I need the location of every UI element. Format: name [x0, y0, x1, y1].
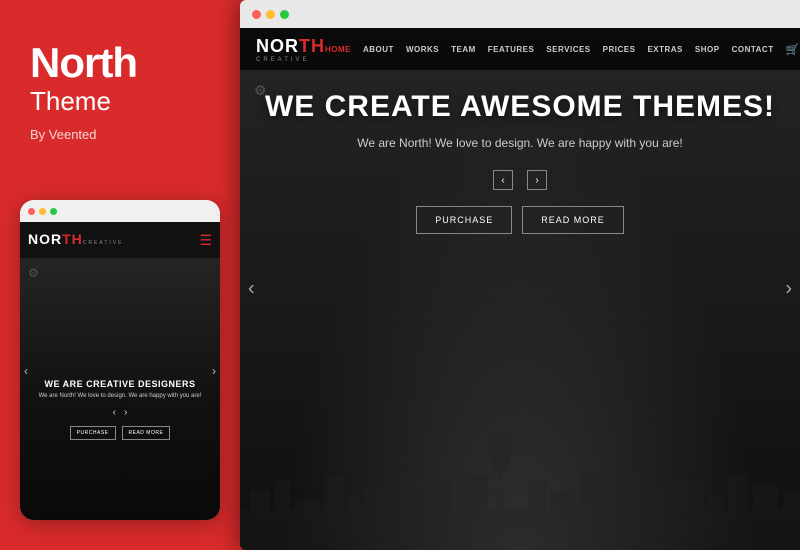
desktop-prev-arrow[interactable]: ‹	[248, 278, 255, 301]
nav-link-contact[interactable]: CONTACT	[732, 45, 774, 54]
mobile-hero-text: WE ARE CREATIVE DESIGNERS We are North! …	[20, 379, 220, 440]
desktop-dot-green	[280, 10, 289, 19]
desktop-slide-next[interactable]: ›	[527, 170, 547, 190]
mobile-dot-red	[28, 208, 35, 215]
desktop-slide-prev[interactable]: ‹	[493, 170, 513, 190]
mobile-dot-green	[50, 208, 57, 215]
mobile-logo-creative: CREATIVE	[83, 240, 124, 246]
desktop-hero-content: WE CREATE AWESOME THEMES! We are North! …	[240, 90, 800, 234]
mobile-next-arrow[interactable]: ›	[212, 364, 216, 378]
theme-by: By Veented	[30, 127, 210, 142]
mobile-logo-th: TH	[62, 231, 83, 247]
nav-link-team[interactable]: TEAM	[451, 45, 476, 54]
mobile-mockup: NORTH CREATIVE ☰ ⚙ ‹ › WE ARE CREATIVE D…	[20, 200, 220, 520]
desktop-content: NORTH CREATIVE HOME ABOUT WORKS TEAM FEA…	[240, 28, 800, 550]
mobile-gear-icon[interactable]: ⚙	[28, 266, 44, 282]
mobile-slide-arrows: ‹ ›	[20, 407, 220, 418]
desktop-purchase-button[interactable]: PURCHASE	[416, 206, 512, 234]
nav-link-about[interactable]: ABOUT	[363, 45, 394, 54]
mobile-dot-yellow	[39, 208, 46, 215]
desktop-nav-links: HOME ABOUT WORKS TEAM FEATURES SERVICES …	[325, 43, 799, 56]
mobile-hero-sub: We are North! We love to design. We are …	[20, 393, 220, 399]
desktop-logo: NORTH CREATIVE	[256, 36, 325, 63]
desktop-next-arrow[interactable]: ›	[785, 278, 792, 301]
nav-link-features[interactable]: FEATURES	[488, 45, 535, 54]
desktop-mockup: NORTH CREATIVE HOME ABOUT WORKS TEAM FEA…	[240, 0, 800, 550]
desktop-browser-bar	[240, 0, 800, 28]
desktop-read-more-button[interactable]: READ MORE	[522, 206, 624, 234]
nav-link-prices[interactable]: PRICES	[603, 45, 636, 54]
hamburger-icon[interactable]: ☰	[199, 232, 212, 249]
cityscape-svg	[240, 430, 800, 550]
mobile-nav: NORTH CREATIVE ☰	[20, 222, 220, 258]
mobile-purchase-button[interactable]: PURCHASE	[70, 426, 116, 440]
nav-link-works[interactable]: WORKS	[406, 45, 439, 54]
mobile-read-more-button[interactable]: READ MORE	[122, 426, 171, 440]
cart-icon[interactable]: 🛒	[786, 43, 800, 56]
theme-title: North	[30, 40, 210, 86]
mobile-prev-arrow[interactable]: ‹	[24, 364, 28, 378]
desktop-logo-creative: CREATIVE	[256, 57, 325, 63]
desktop-hero-sub: We are North! We love to design. We are …	[240, 136, 800, 150]
mobile-logo-nor: NOR	[28, 231, 62, 247]
mobile-buttons: PURCHASE READ MORE	[20, 426, 220, 440]
desktop-logo-th: TH	[299, 36, 325, 57]
nav-link-home[interactable]: HOME	[325, 45, 351, 54]
desktop-hero-heading: WE CREATE AWESOME THEMES!	[240, 90, 800, 124]
mobile-slide-next[interactable]: ›	[124, 407, 127, 418]
desktop-dot-yellow	[266, 10, 275, 19]
nav-link-extras[interactable]: EXTRAS	[647, 45, 682, 54]
mobile-browser-bar	[20, 200, 220, 222]
nav-link-services[interactable]: SERVICES	[546, 45, 590, 54]
mobile-logo: NORTH CREATIVE	[28, 231, 123, 249]
desktop-nav: NORTH CREATIVE HOME ABOUT WORKS TEAM FEA…	[240, 28, 800, 70]
desktop-hero-buttons: PURCHASE READ MORE	[240, 206, 800, 234]
nav-link-shop[interactable]: SHOP	[695, 45, 720, 54]
desktop-slide-arrows: ‹ ›	[240, 170, 800, 190]
desktop-dot-red	[252, 10, 261, 19]
left-panel: North Theme By Veented NORTH CREATIVE ☰ …	[0, 0, 240, 550]
mobile-content: NORTH CREATIVE ☰ ⚙ ‹ › WE ARE CREATIVE D…	[20, 222, 220, 520]
theme-subtitle: Theme	[30, 86, 210, 117]
mobile-background	[20, 222, 220, 520]
mobile-slide-prev[interactable]: ‹	[113, 407, 116, 418]
desktop-logo-nor: NOR	[256, 36, 299, 57]
mobile-hero-heading: WE ARE CREATIVE DESIGNERS	[20, 379, 220, 389]
